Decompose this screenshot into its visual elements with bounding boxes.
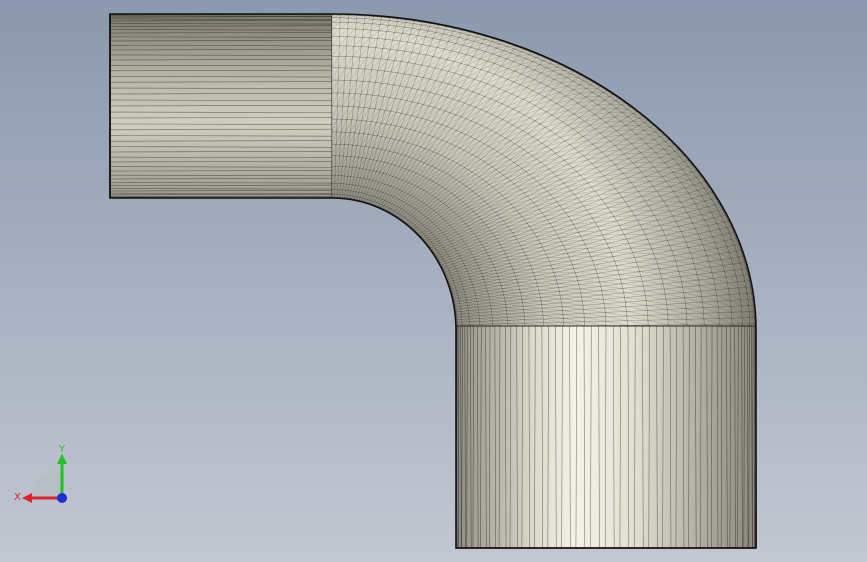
graphics-viewport[interactable]: Y X: [0, 0, 867, 562]
triad-y-label: Y: [58, 444, 66, 455]
triad-x-label: X: [14, 492, 21, 503]
triad-plane-indicator: [32, 468, 62, 498]
triad-y-arrowhead: [57, 454, 67, 464]
triad-z-axis: [57, 493, 67, 503]
axis-triad[interactable]: Y X: [14, 440, 74, 510]
elbow-pipe-model[interactable]: [0, 0, 867, 562]
triad-x-arrowhead: [22, 493, 32, 503]
